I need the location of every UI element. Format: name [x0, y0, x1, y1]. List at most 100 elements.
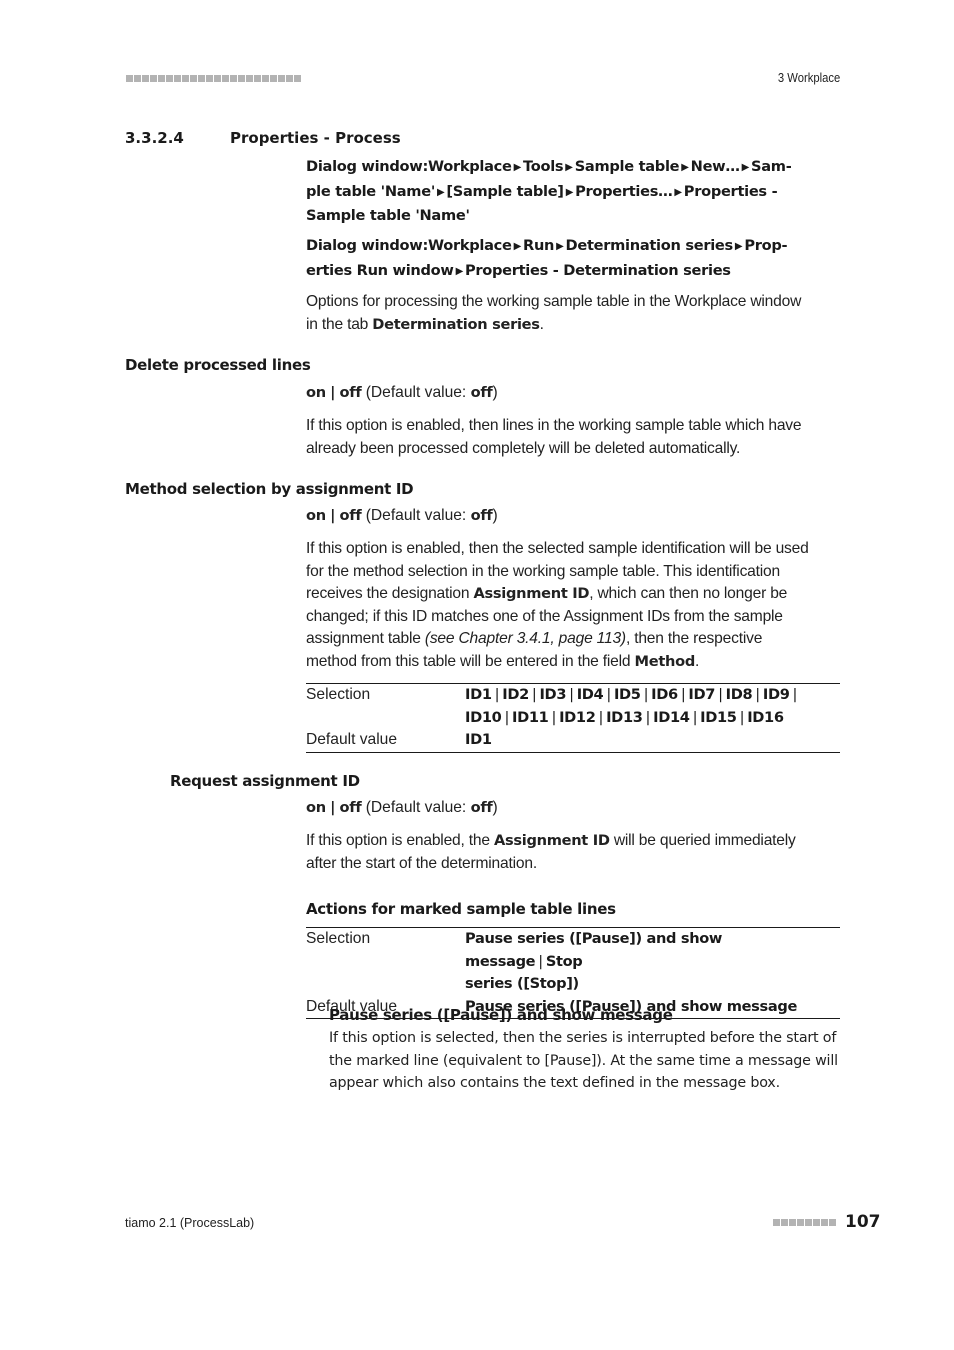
- option-separator: |: [494, 686, 500, 703]
- option-separator: |: [643, 686, 649, 703]
- selection-option: ID7: [688, 686, 716, 703]
- nav-step: Sample table: [574, 158, 680, 175]
- desc-line: If this option is selected, then the ser…: [329, 1030, 837, 1046]
- nav-step: Dialog window:Workplace: [306, 158, 512, 175]
- nav-path-2-line-1: Dialog window:Workplace ▶ Run ▶ Determinatio…: [306, 235, 846, 260]
- nav-step: [Sample table]: [446, 182, 564, 200]
- nav-step: erties Run window: [306, 261, 454, 279]
- option-separator: |: [551, 708, 557, 726]
- selection-option: ID8: [725, 686, 753, 703]
- option-separator: |: [531, 686, 537, 703]
- footer-decoration: [773, 1219, 836, 1226]
- option-separator: |: [692, 708, 698, 726]
- desc-line: changed; if this ID matches one of the A…: [306, 607, 783, 625]
- section-title: Properties - Process: [230, 129, 401, 147]
- nav-step: Dialog window:Workplace: [306, 237, 512, 254]
- option-separator: |: [718, 686, 723, 703]
- default-value: off: [470, 507, 493, 524]
- intro-line: Options for processing the working sampl…: [306, 293, 802, 310]
- selection-option: ID6: [651, 686, 678, 703]
- nav-step: New…: [690, 158, 740, 175]
- default-prefix: (Default value:: [365, 507, 471, 524]
- selection-option: Pause series ([Pause]) and show message: [465, 930, 723, 970]
- triangle-right-icon: ▶: [513, 241, 522, 252]
- nav-path-1-line-1: Dialog window:Workplace ▶ Tools ▶ Sample tab…: [306, 156, 846, 181]
- option-desc-request-assignment-id: If this option is enabled, the Assignmen…: [306, 830, 851, 875]
- desc-line: appear which also contains the text defi…: [329, 1075, 780, 1091]
- footer-product: tiamo 2.1 (ProcessLab): [125, 1216, 255, 1230]
- nav-path-1: Dialog window:Workplace ▶ Tools ▶ Sample tab…: [306, 156, 846, 228]
- selection-line-2: series ([Stop]): [465, 975, 579, 992]
- desc-line: If this option is enabled, then the sele…: [306, 540, 809, 557]
- value-on: on: [306, 384, 326, 401]
- value-separator: |: [330, 799, 336, 816]
- triangle-right-icon: ▶: [455, 265, 464, 277]
- section-number: 3.3.2.4: [125, 129, 184, 147]
- desc-line: the marked line (equivalent to [Pause]).…: [329, 1052, 838, 1069]
- option-values-request-assignment-id: on | off (Default value: off): [306, 799, 498, 817]
- selection-option: ID10: [465, 708, 502, 726]
- nav-step: Properties -: [683, 182, 778, 200]
- triangle-right-icon: ▶: [565, 162, 573, 173]
- desc-line: assignment table (see Chapter 3.4.1, pag…: [306, 628, 851, 651]
- nav-path-2-line-2: erties Run window ▶ Properties - Determina…: [306, 260, 846, 285]
- selection-line-2: ID10 | ID11 | ID12 | ID13 | ID14 | ID15 | ID16: [465, 707, 840, 730]
- table-row-selection: Selection Pause series ([Pause]) and sho…: [306, 928, 840, 996]
- nav-step: Sample table 'Name': [306, 207, 470, 224]
- selection-option: ID2: [502, 686, 529, 703]
- option-separator: |: [504, 708, 510, 726]
- selection-option: ID9: [762, 686, 790, 703]
- option-separator: |: [569, 686, 574, 703]
- intro-tab-name: Determination series: [372, 315, 540, 333]
- value-separator: |: [330, 507, 336, 524]
- value-on: on: [306, 799, 326, 816]
- option-desc-method-selection: If this option is enabled, then the sele…: [306, 538, 851, 673]
- nav-path-1-line-3: Sample table 'Name': [306, 205, 846, 228]
- header-chapter: 3 Workplace: [777, 71, 840, 85]
- chapter-reference-link[interactable]: (see Chapter 3.4.1, page 113): [425, 630, 626, 647]
- nav-step: Sam-: [751, 158, 792, 175]
- option-label-delete-processed-lines: Delete processed lines: [125, 356, 311, 374]
- selection-option: ID5: [613, 686, 641, 703]
- desc-text: .: [694, 652, 700, 670]
- intro-line: in the tab Determination series.: [306, 314, 846, 337]
- table-key: Selection: [306, 930, 371, 947]
- desc-line: method from this table will be entered i…: [306, 651, 851, 674]
- triangle-right-icon: ▶: [734, 241, 743, 252]
- desc-term-assignment-id: Assignment ID: [493, 832, 610, 849]
- option-label-request-assignment-id: Request assignment ID: [170, 772, 360, 790]
- triangle-right-icon: ▶: [513, 162, 522, 173]
- desc-text: If this option is enabled, the: [306, 832, 494, 849]
- triangle-right-icon: ▶: [681, 162, 689, 173]
- table-value-default: ID1: [465, 731, 492, 748]
- selection-option: ID14: [653, 708, 690, 726]
- triangle-right-icon: ▶: [741, 162, 750, 173]
- option-desc-delete-processed-lines: If this option is enabled, then lines in…: [306, 415, 846, 460]
- table-key: Default value: [306, 731, 398, 748]
- default-prefix: (Default value:: [365, 384, 471, 401]
- intro-paragraph: Options for processing the working sampl…: [306, 291, 846, 336]
- desc-line: for the method selection in the working …: [306, 562, 780, 580]
- option-separator: |: [598, 708, 604, 726]
- default-suffix: ): [492, 799, 498, 816]
- default-value: off: [470, 799, 493, 816]
- default-value: off: [470, 384, 493, 401]
- nav-path-2: Dialog window:Workplace ▶ Run ▶ Determinatio…: [306, 235, 846, 284]
- default-suffix: ): [492, 384, 498, 401]
- desc-text: , which can then no longer be: [589, 585, 788, 602]
- selection-option: ID3: [539, 686, 567, 703]
- default-suffix: ): [492, 507, 498, 524]
- selection-option: ID13: [606, 708, 643, 726]
- sub-option-desc: If this option is selected, then the ser…: [329, 1027, 854, 1095]
- triangle-right-icon: ▶: [556, 241, 564, 252]
- nav-step: Prop-: [744, 237, 788, 254]
- desc-line: If this option is enabled, the Assignmen…: [306, 830, 851, 853]
- nav-step: Properties - Determination series: [464, 261, 731, 279]
- option-values-delete-processed-lines: on | off (Default value: off): [306, 384, 498, 402]
- desc-term-method: Method: [634, 652, 696, 670]
- nav-step: Run: [523, 237, 555, 254]
- selection-line-1: ID1 | ID2 | ID3 | ID4 | ID5 | ID6 | ID7 | ID8 | ID9 |: [465, 684, 840, 707]
- desc-line: already been processed completely will b…: [306, 439, 741, 457]
- option-separator: |: [680, 686, 686, 703]
- selection-option: ID4: [576, 686, 604, 703]
